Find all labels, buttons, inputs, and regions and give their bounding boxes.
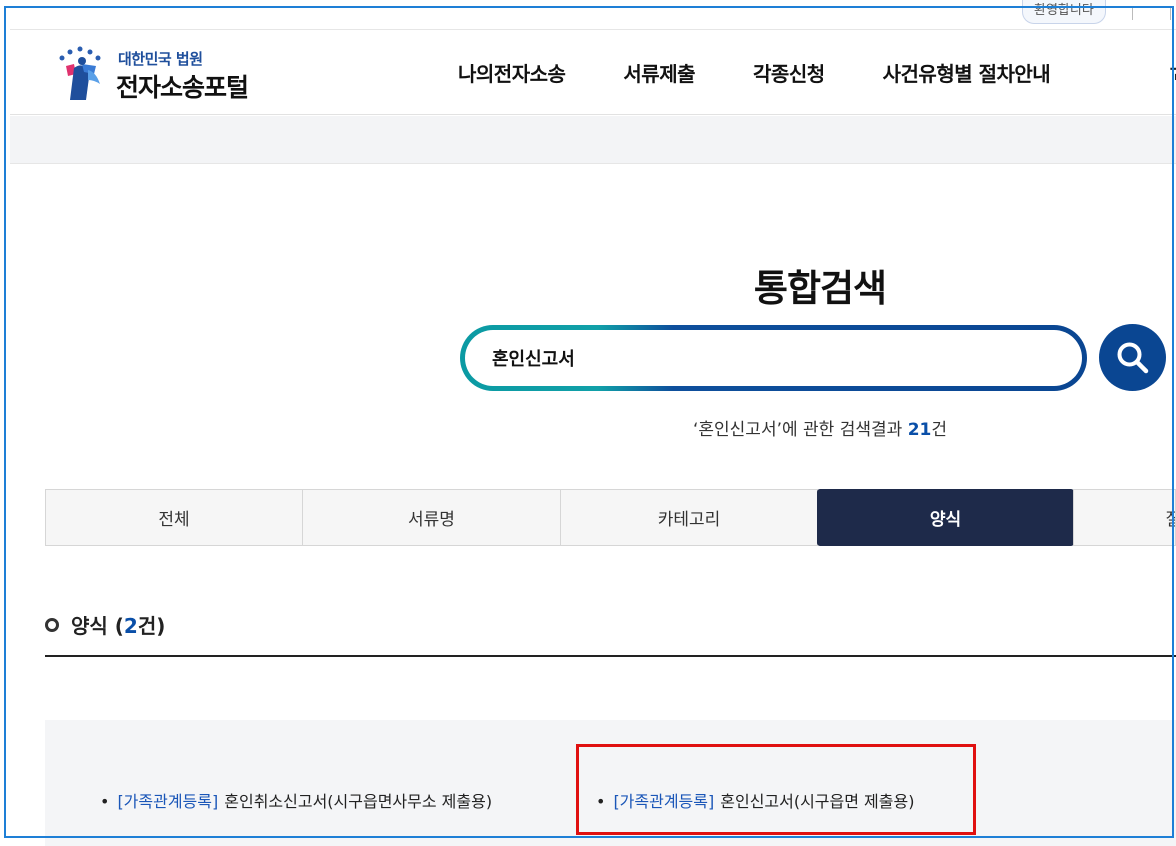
- result-suffix: 건: [931, 420, 947, 440]
- item-category: [가족관계등록]: [613, 792, 715, 811]
- logo-subtitle: 대한민국 법원: [118, 50, 203, 68]
- site-logo[interactable]: 대한민국 법원 전자소송포털: [52, 42, 292, 106]
- result-prefix: ‘혼인신고서’에 관한 검색결과: [692, 420, 908, 440]
- section-title-prefix: 양식 (: [71, 614, 124, 638]
- results-panel: [45, 720, 1176, 846]
- nav-item-procedure-guide[interactable]: 사건유형별 절차안내: [883, 58, 1051, 87]
- main-nav: 나의전자소송 서류제출 각종신청 사건유형별 절차안내: [458, 30, 1108, 115]
- site-header: 대한민국 법원 전자소송포털 나의전자소송 서류제출 각종신청 사건유형별 절차…: [10, 30, 1176, 115]
- search-input[interactable]: [465, 330, 1082, 386]
- section-divider: [45, 655, 1176, 657]
- sub-header-band: [10, 116, 1176, 164]
- tab-forms[interactable]: 양식: [817, 489, 1074, 546]
- top-divider: [1170, 6, 1171, 20]
- logo-title: 전자소송포털: [116, 73, 249, 102]
- nav-item-my-ecourt[interactable]: 나의전자소송: [458, 58, 566, 87]
- top-divider: [1132, 6, 1133, 20]
- court-emblem-icon: [59, 46, 101, 100]
- item-category: [가족관계등록]: [117, 792, 219, 811]
- page-title: 통합검색: [753, 267, 887, 310]
- tab-document-name[interactable]: 서류명: [302, 489, 561, 546]
- tab-all[interactable]: 전체: [45, 489, 303, 546]
- list-item[interactable]: • [가족관계등록] 혼인취소신고서(시구읍면사무소 제출용): [100, 788, 492, 812]
- result-count: 21: [907, 420, 932, 440]
- list-item[interactable]: • [가족관계등록] 혼인신고서(시구읍면 제출용): [596, 788, 914, 812]
- search-button[interactable]: [1099, 324, 1166, 391]
- nav-item-document-submit[interactable]: 서류제출: [623, 58, 695, 87]
- search-icon: [1117, 342, 1149, 374]
- item-title: 혼인취소신고서(시구읍면사무소 제출용): [224, 792, 493, 811]
- search-result-summary: ‘혼인신고서’에 관한 검색결과 21건: [560, 415, 1080, 440]
- nav-item-applications[interactable]: 각종신청: [753, 58, 825, 87]
- bullet-icon: •: [100, 792, 110, 811]
- top-utility-bar: 환영합니다: [10, 0, 1176, 30]
- tab-category[interactable]: 카테고리: [560, 489, 818, 546]
- result-tabs: 전체 서류명 카테고리 양식 질: [45, 489, 1176, 546]
- circle-bullet-icon: [45, 617, 59, 632]
- tab-overflow-label: 질: [1165, 505, 1175, 530]
- section-header: 양식 (2건): [45, 610, 165, 639]
- nav-item-overflow[interactable]: 고: [1168, 60, 1176, 80]
- tab-overflow[interactable]: 질: [1073, 489, 1176, 546]
- section-title: 양식 (2건): [71, 610, 165, 639]
- search-box: [460, 325, 1087, 391]
- section-count: 2: [123, 614, 138, 638]
- welcome-badge: 환영합니다: [1022, 0, 1106, 24]
- section-title-suffix: 건): [137, 614, 166, 638]
- item-title: 혼인신고서(시구읍면 제출용): [720, 792, 915, 811]
- bullet-icon: •: [596, 792, 606, 811]
